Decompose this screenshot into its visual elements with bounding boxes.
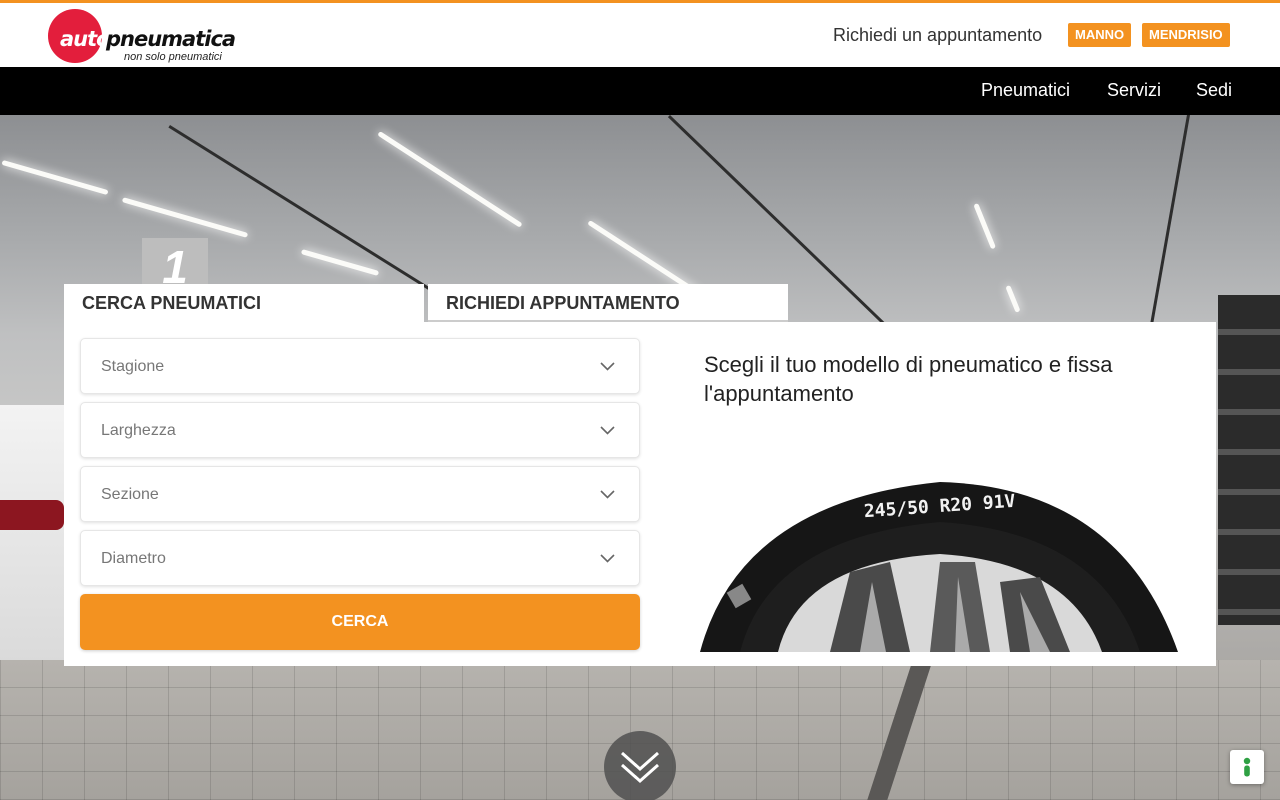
accessibility-icon xyxy=(1243,757,1251,777)
larghezza-select[interactable]: Larghezza xyxy=(80,402,640,458)
larghezza-label: Larghezza xyxy=(101,422,176,439)
logo-text-auto: auto xyxy=(60,27,111,51)
logo[interactable]: auto pneumatica non solo pneumatici xyxy=(48,9,238,65)
location-button-manno[interactable]: MANNO xyxy=(1068,23,1132,47)
hero-section: 1 CERCA PNEUMATICI RICHIEDI APPUNTAMENTO… xyxy=(0,115,1280,800)
chevron-down-icon xyxy=(600,490,615,499)
diametro-label: Diametro xyxy=(101,550,166,567)
nav-item-pneumatici[interactable]: Pneumatici xyxy=(981,80,1070,101)
location-button-mendrisio[interactable]: MENDRISIO xyxy=(1142,23,1230,47)
step-badge: 1 xyxy=(142,238,208,284)
chevron-down-icon xyxy=(600,362,615,371)
sezione-label: Sezione xyxy=(101,486,159,503)
main-nav: Pneumatici Servizi Sedi xyxy=(0,67,1280,115)
stagione-label: Stagione xyxy=(101,358,165,375)
tab-cerca-pneumatici[interactable]: CERCA PNEUMATICI xyxy=(64,284,424,324)
stagione-select[interactable]: Stagione xyxy=(80,338,640,394)
tire-image: 245/50 R20 91V xyxy=(700,482,1178,652)
tab-richiedi-appuntamento[interactable]: RICHIEDI APPUNTAMENTO xyxy=(428,284,788,324)
nav-item-servizi[interactable]: Servizi xyxy=(1107,80,1161,101)
accessibility-button[interactable] xyxy=(1230,750,1264,784)
nav-item-sedi[interactable]: Sedi xyxy=(1196,80,1232,101)
search-panel: Stagione Larghezza Sezione Diametro CERC… xyxy=(64,322,1216,666)
chevron-down-icon xyxy=(600,554,615,563)
scroll-down-button[interactable] xyxy=(604,731,676,800)
sezione-select[interactable]: Sezione xyxy=(80,466,640,522)
site-header: auto pneumatica non solo pneumatici Rich… xyxy=(0,3,1280,67)
logo-text-pneumatica: pneumatica xyxy=(106,27,236,51)
promo-title: Scegli il tuo modello di pneumatico e fi… xyxy=(704,352,1113,406)
request-appointment-link[interactable]: Richiedi un appuntamento xyxy=(833,25,1042,46)
cerca-button[interactable]: CERCA xyxy=(80,594,640,650)
double-chevron-down-icon xyxy=(621,751,659,784)
diametro-select[interactable]: Diametro xyxy=(80,530,640,586)
chevron-down-icon xyxy=(600,426,615,435)
logo-tagline: non solo pneumatici xyxy=(124,51,222,63)
